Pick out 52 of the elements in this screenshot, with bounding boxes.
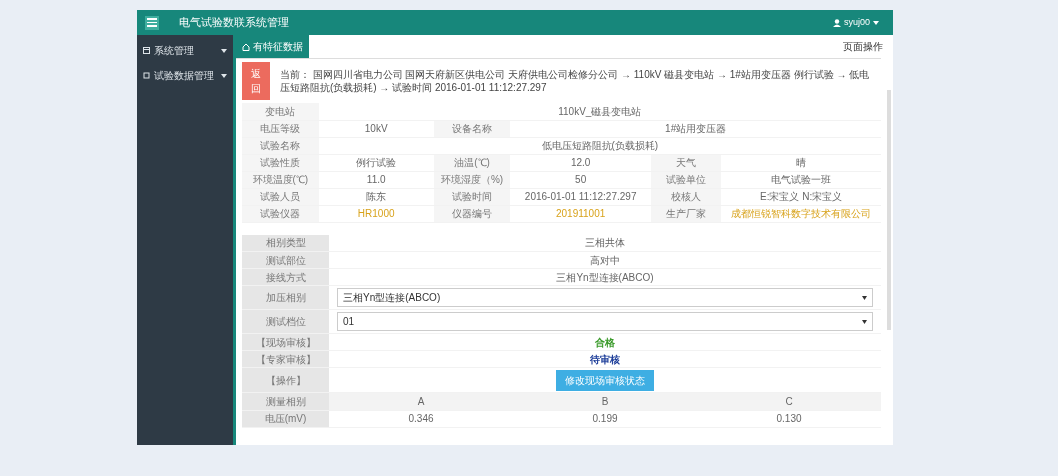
field-value: 12.0 bbox=[510, 154, 651, 171]
table-cell: 0.199 bbox=[513, 410, 697, 427]
field-value: 晴 bbox=[721, 154, 881, 171]
field-value: 50 bbox=[510, 171, 651, 188]
field-value: 2016-01-01 11:12:27.297 bbox=[510, 188, 651, 205]
field-value: 例行试验 bbox=[318, 154, 434, 171]
column-header: A bbox=[329, 393, 513, 410]
field-value: 高对中 bbox=[329, 251, 881, 269]
field-label: 测试档位 bbox=[242, 309, 329, 334]
field-value: E:宋宝义 N:宋宝义 bbox=[721, 188, 881, 205]
field-label: 相别类型 bbox=[242, 234, 329, 252]
page-actions-button[interactable]: 页面操作 bbox=[837, 38, 889, 55]
field-value: 陈东 bbox=[318, 188, 434, 205]
caret-icon bbox=[873, 20, 879, 25]
field-value: 110kV_磁县变电站 bbox=[318, 103, 881, 120]
field-value: 三相Yn型连接(ABCO) bbox=[329, 268, 881, 286]
tab[interactable]: 有特征数据 bbox=[236, 35, 309, 58]
field-value: 201911001 bbox=[510, 205, 651, 222]
field-value: 三相共体 bbox=[329, 234, 881, 252]
select-field[interactable]: 三相Yn型连接(ABCO) bbox=[337, 288, 873, 307]
field-value: 成都恒锐智科数字技术有限公司 bbox=[721, 205, 881, 222]
app-title: 电气试验数联系统管理 bbox=[179, 15, 289, 31]
sidebar-item[interactable]: 系统管理 bbox=[137, 38, 233, 63]
home-icon bbox=[242, 42, 250, 51]
window-icon bbox=[143, 47, 150, 54]
table-cell: 0.346 bbox=[329, 410, 513, 427]
caret-icon bbox=[221, 73, 227, 78]
field-label: 【操作】 bbox=[242, 367, 329, 393]
field-value: 低电压短路阻抗(负载损耗) bbox=[318, 137, 881, 154]
column-header: B bbox=[513, 393, 697, 410]
caret-icon bbox=[862, 319, 867, 324]
scrollbar-thumb[interactable] bbox=[887, 90, 891, 330]
select-field[interactable]: 01 bbox=[337, 312, 873, 331]
field-value: 电气试验一班 bbox=[721, 171, 881, 188]
field-value: 10kV bbox=[318, 120, 434, 137]
user-menu[interactable]: syuj00 bbox=[827, 14, 885, 31]
menu-button[interactable] bbox=[145, 15, 159, 30]
caret-icon bbox=[221, 48, 227, 53]
status-text: 待审核 bbox=[590, 353, 620, 365]
status-text: 合格 bbox=[595, 336, 615, 348]
caret-icon bbox=[862, 295, 867, 300]
field-value: 1#站用变压器 bbox=[510, 120, 881, 137]
table-cell: 0.130 bbox=[697, 410, 881, 427]
user-icon bbox=[833, 18, 841, 27]
column-header: C bbox=[697, 393, 881, 410]
sidebar-item[interactable]: 试验数据管理 bbox=[137, 63, 233, 88]
breadcrumb-text: 当前： 国网四川省电力公司 国网天府新区供电公司 天府供电公司检修分公司 → 110kV 磁县变电站 → 1#站用变压器 例行试验 → 低电压短路阻抗(负载损耗) → 试验时间 2016-01-01 11:12:27.297 bbox=[279, 68, 871, 94]
column-header: 测量相别 bbox=[242, 393, 329, 410]
field-label: 加压相别 bbox=[242, 285, 329, 310]
field-label: 变电站 bbox=[242, 103, 319, 120]
field-value: 11.0 bbox=[318, 171, 434, 188]
field-value: HR1000 bbox=[318, 205, 434, 222]
